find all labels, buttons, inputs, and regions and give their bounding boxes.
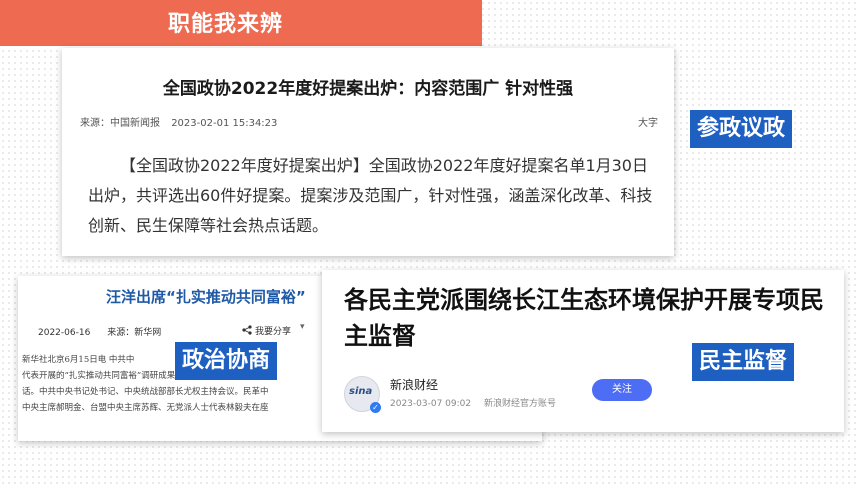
slide-title: 职能我来辨 xyxy=(168,12,284,37)
tag-zhengzhi-xieshang: 政治协商 xyxy=(175,342,278,380)
chevron-down-icon[interactable]: ▾ xyxy=(300,322,305,332)
news-meta: 2022-06-16 来源：新华网 xyxy=(38,325,175,338)
title-banner: 职能我来辨 xyxy=(0,0,482,46)
source-datetime: 2023-03-07 09:02 xyxy=(390,399,472,409)
news-headline: 汪洋出席“扎实推动共同富裕” xyxy=(106,288,306,306)
news-datetime: 2023-02-01 15:34:23 xyxy=(171,118,278,129)
tag-canzheng-yizheng: 参政议政 xyxy=(690,110,793,148)
font-size-toggle[interactable]: 大字 xyxy=(638,114,658,129)
news-body-line: 中央主席郝明金、台盟中央主席苏辉、无党派人士代表林毅夫在座 xyxy=(22,403,269,413)
source-account: 新浪财经官方账号 xyxy=(483,399,556,409)
news-body: 【全国政协2022年度好提案出炉】全国政协2022年度好提案名单1月30日出炉，… xyxy=(88,156,653,235)
source-meta: 2023-03-07 09:02 新浪财经官方账号 xyxy=(390,396,566,409)
news-meta: 来源：中国新闻报 2023-02-01 15:34:23 xyxy=(80,114,285,129)
sina-logo: sina ✓ xyxy=(344,376,381,413)
source-name: 新浪财经 xyxy=(390,378,439,392)
news-date: 2022-06-16 xyxy=(38,328,91,338)
share-button[interactable]: 我要分享 xyxy=(242,324,291,337)
news-source: 来源：新华网 xyxy=(107,328,162,338)
news-card-proposals: 全国政协2022年度好提案出炉：内容范围广 针对性强 来源：中国新闻报 2023… xyxy=(62,48,674,256)
verified-icon: ✓ xyxy=(370,402,381,413)
tag-minzhu-jiandu: 民主监督 xyxy=(692,343,795,381)
sina-logo-text: sina xyxy=(349,386,373,397)
follow-button[interactable]: 关注 xyxy=(592,379,652,401)
share-icon xyxy=(242,325,252,335)
news-body-line: 话。中共中央书记处书记、中央统战部部长尤权主持会议。民革中 xyxy=(22,387,269,397)
news-headline: 全国政协2022年度好提案出炉：内容范围广 针对性强 xyxy=(162,79,574,99)
news-source: 来源：中国新闻报 xyxy=(80,118,160,129)
share-label: 我要分享 xyxy=(255,327,292,337)
